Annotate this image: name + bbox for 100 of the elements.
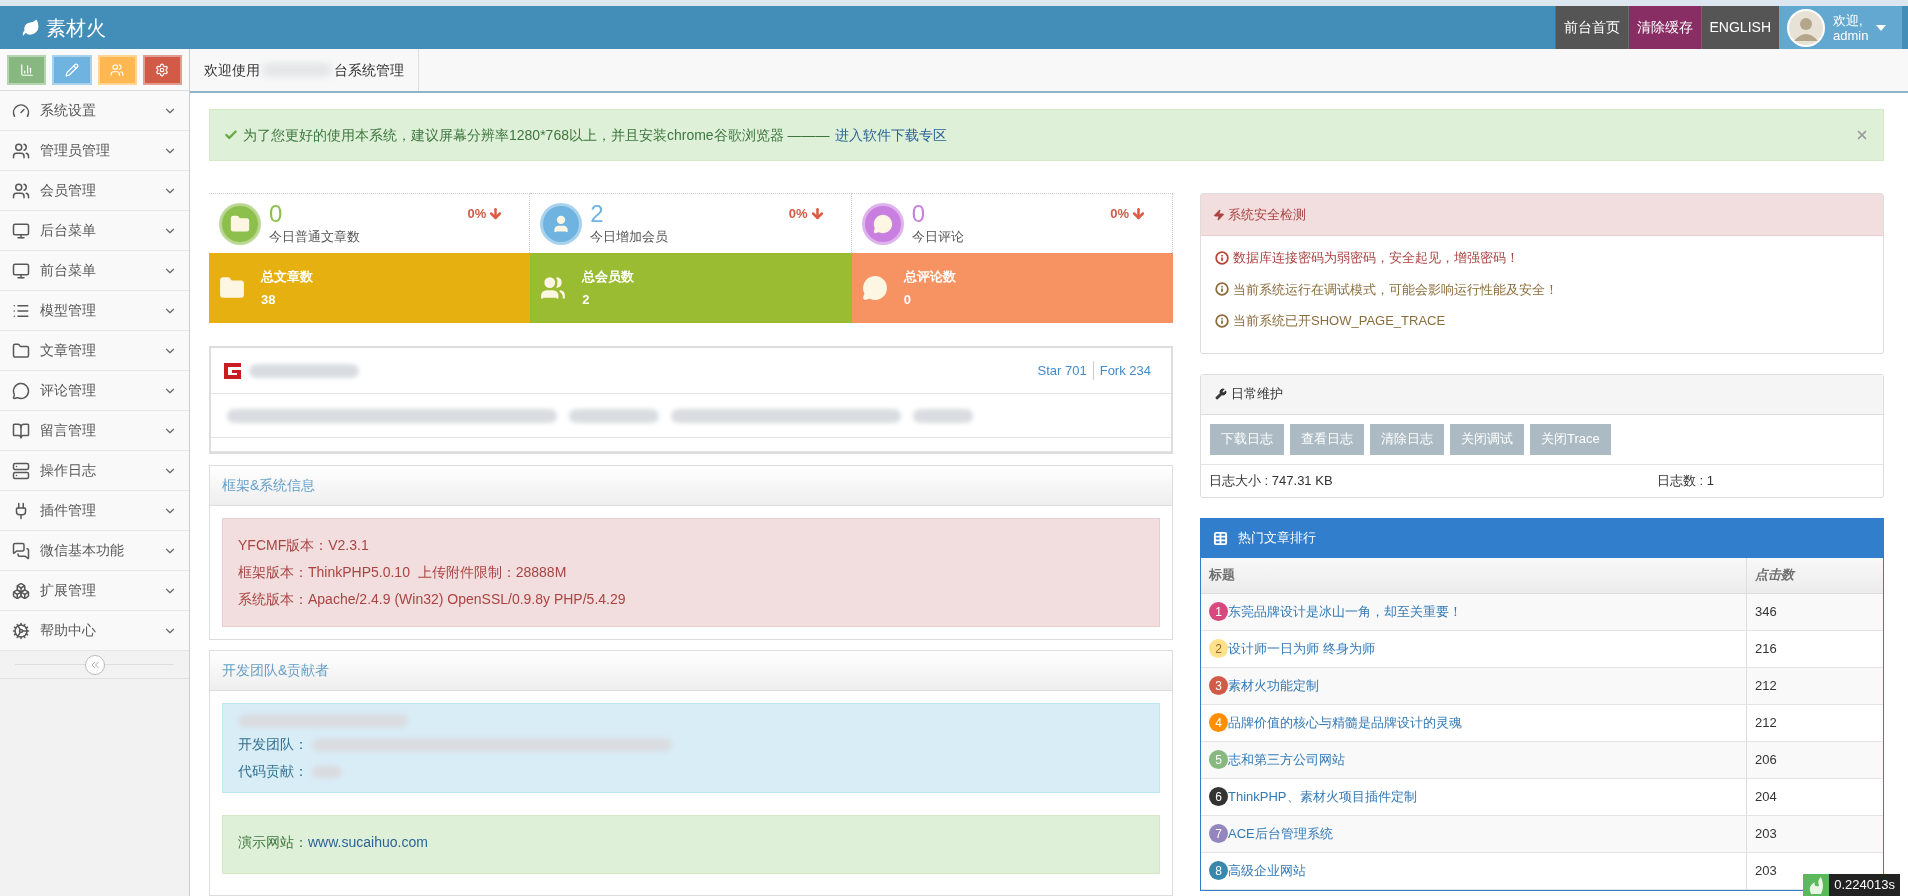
article-link[interactable]: 品牌价值的核心与精髓是品牌设计的灵魂	[1228, 712, 1462, 733]
logo-icon	[221, 360, 243, 381]
click-count: 212	[1755, 676, 1777, 695]
article-link[interactable]: 东莞品牌设计是冰山一角，却至关重要！	[1228, 601, 1462, 622]
greeting-text: 欢迎,	[1833, 12, 1864, 28]
article-link[interactable]: ACE后台管理系统	[1228, 823, 1333, 844]
security-message: 当前系统已开SHOW_PAGE_TRACE	[1233, 312, 1446, 330]
panel-title: 框架&系统信息	[222, 476, 316, 495]
sidebar-item[interactable]: 操作日志	[0, 451, 189, 491]
menu-icon	[12, 221, 30, 240]
users-icon	[110, 63, 125, 77]
stat-count: 0	[911, 200, 926, 227]
nav-button[interactable]: 前台首页	[1554, 6, 1628, 49]
total-icon	[861, 275, 888, 301]
bolt-icon	[1213, 208, 1225, 221]
total-label: 总评论数	[903, 267, 956, 286]
rank-badge: 5	[1209, 750, 1228, 769]
collapse-button[interactable]	[84, 654, 105, 675]
stat-count: 0	[269, 200, 284, 227]
sidebar-item[interactable]: 留言管理	[0, 411, 189, 451]
trace-time: 0.224013s	[1829, 874, 1900, 896]
shortcut-button[interactable]	[142, 55, 182, 85]
team-line: 开发团队：	[238, 735, 308, 754]
sidebar-item[interactable]: 后台菜单	[0, 211, 189, 251]
stat-count: 2	[590, 200, 605, 227]
article-link[interactable]: 素材火功能定制	[1228, 675, 1319, 696]
menu-icon	[12, 381, 30, 400]
menu-icon	[12, 181, 30, 200]
sidebar-item[interactable]: 前台菜单	[0, 251, 189, 291]
down-arrow-icon	[809, 206, 825, 222]
redacted-area	[913, 408, 973, 423]
stat-label: 今日增加会员	[590, 227, 670, 246]
sidebar-item[interactable]: 扩展管理	[0, 571, 189, 611]
click-count: 346	[1755, 602, 1777, 621]
team-line: 代码贡献：	[238, 762, 308, 781]
leaf-icon	[22, 18, 40, 37]
sidebar-item[interactable]: 插件管理	[0, 491, 189, 531]
down-arrow-icon	[1131, 206, 1146, 222]
stat-change: 0%	[467, 205, 487, 223]
avatar-icon	[1787, 8, 1825, 47]
cogs-icon	[155, 63, 170, 77]
total-value: 0	[903, 291, 912, 309]
column-header: 点击数	[1754, 566, 1797, 585]
pencil-icon	[64, 63, 79, 77]
log-size: 日志大小 : 747.31 KB	[1209, 471, 1334, 490]
chart-icon	[19, 63, 34, 77]
sidebar-item[interactable]: 微信基本功能	[0, 531, 189, 571]
sidebar-item[interactable]: 会员管理	[0, 171, 189, 211]
stat-icon	[872, 213, 893, 234]
menu-icon	[12, 341, 30, 360]
menu-icon	[12, 541, 30, 560]
sidebar-item[interactable]: 管理员管理	[0, 131, 189, 171]
click-count: 206	[1755, 750, 1777, 769]
trace-badge[interactable]: 0.224013s	[1803, 874, 1900, 896]
rank-badge: 8	[1209, 861, 1228, 880]
nav-button[interactable]: 清除缓存	[1627, 6, 1701, 49]
menu-icon	[12, 261, 30, 280]
article-link[interactable]: 志和第三方公司网站	[1228, 749, 1345, 770]
article-link[interactable]: 设计师一日为师 终身为师	[1228, 638, 1375, 659]
rank-badge: 1	[1209, 602, 1228, 621]
fork-link[interactable]: Fork 234	[1093, 360, 1161, 381]
article-link[interactable]: ThinkPHP、素材火项目插件定制	[1228, 786, 1417, 807]
total-icon	[540, 275, 567, 301]
down-arrow-icon	[488, 206, 504, 222]
click-count: 216	[1755, 639, 1777, 658]
sidebar-item[interactable]: 文章管理	[0, 331, 189, 371]
sidebar-item[interactable]: 帮助中心	[0, 611, 189, 651]
demo-link[interactable]: www.sucaihuo.com	[308, 832, 428, 853]
menu-icon	[12, 461, 30, 480]
sidebar-item[interactable]: 评论管理	[0, 371, 189, 411]
shortcut-button[interactable]	[97, 55, 137, 85]
panel-title: 热门文章排行	[1238, 529, 1316, 548]
close-icon[interactable]	[1855, 128, 1869, 142]
brand-name: 素材火	[46, 15, 106, 41]
click-count: 203	[1755, 861, 1777, 880]
star-link[interactable]: Star 701	[1037, 360, 1094, 381]
total-value: 38	[261, 291, 277, 309]
caret-icon	[1876, 24, 1887, 31]
shortcut-button[interactable]	[52, 55, 92, 85]
log-count: 日志数 : 1	[1657, 471, 1715, 490]
total-value: 2	[582, 291, 591, 309]
security-message: 当前系统运行在调试模式，可能会影响运行性能及安全！	[1233, 280, 1558, 299]
sidebar-item[interactable]: 模型管理	[0, 291, 189, 331]
rank-badge: 2	[1209, 639, 1228, 658]
total-label: 总会员数	[582, 267, 635, 286]
info-line: 系统版本：Apache/2.4.9 (Win32) OpenSSL/0.9.8y PHP/5.4.29	[238, 590, 627, 609]
click-count: 204	[1755, 787, 1777, 806]
rank-badge: 3	[1209, 676, 1228, 695]
shortcut-button[interactable]	[7, 55, 47, 85]
sidebar-item[interactable]: 系统设置	[0, 91, 189, 131]
nav-button[interactable]: ENGLISH	[1700, 6, 1779, 49]
security-message: 数据库连接密码为弱密码，安全起见，增强密码！	[1233, 249, 1519, 267]
click-count: 203	[1755, 824, 1777, 843]
rank-badge: 4	[1209, 713, 1228, 732]
total-label: 总文章数	[261, 267, 313, 286]
stat-icon	[230, 213, 250, 234]
download-link[interactable]: 进入软件下载专区	[834, 124, 947, 146]
demo-label: 演示网站：	[238, 833, 308, 852]
article-link[interactable]: 高级企业网站	[1228, 860, 1306, 881]
click-count: 212	[1755, 713, 1777, 732]
